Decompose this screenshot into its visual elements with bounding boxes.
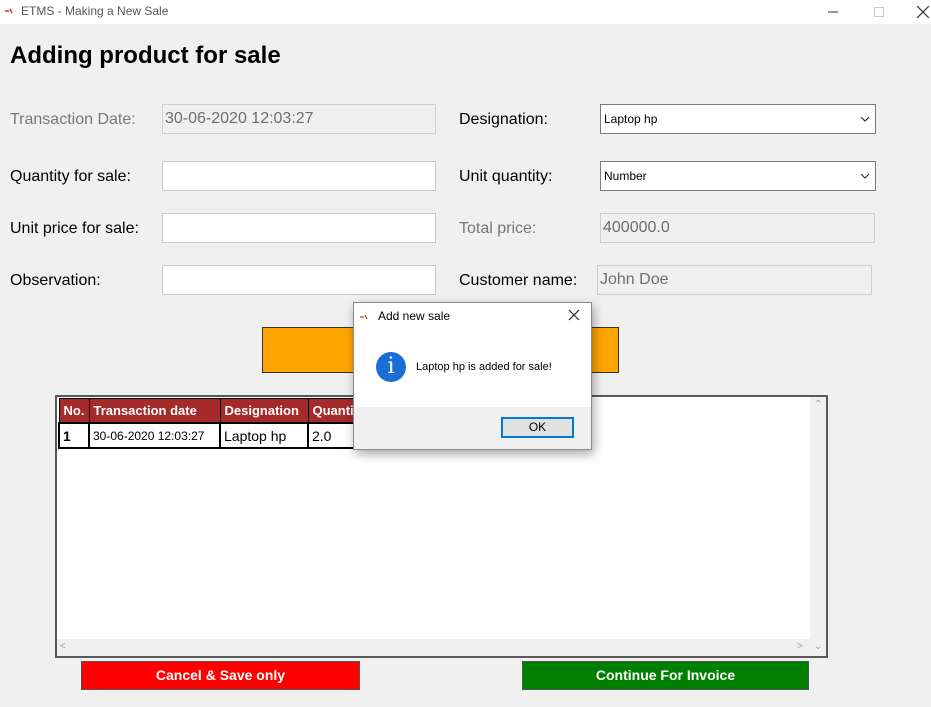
unit-quantity-select[interactable]: Number [600, 161, 876, 191]
vertical-scrollbar[interactable]: ⌃ [810, 397, 826, 639]
observation-label: Observation: [10, 272, 101, 289]
cancel-save-button[interactable]: Cancel & Save only [81, 661, 360, 690]
horizontal-scrollbar[interactable]: < > [57, 639, 810, 656]
scroll-right-icon[interactable]: > [797, 641, 803, 652]
window-title: ETMS - Making a New Sale [21, 4, 169, 18]
column-header[interactable]: Designation [219, 398, 309, 424]
observation-input[interactable] [162, 265, 436, 295]
table-header-row: No. Transaction date Designation Quantit [58, 398, 363, 424]
dialog-title: Add new sale [378, 309, 451, 323]
close-icon [917, 6, 929, 18]
designation-value: Laptop hp [604, 112, 658, 126]
close-icon[interactable] [566, 307, 582, 323]
transaction-date-label: Transaction Date: [10, 111, 136, 128]
dialog-message: Laptop hp is added for sale! [416, 361, 552, 373]
scroll-up-icon[interactable]: ⌃ [814, 399, 822, 410]
minimize-button[interactable] [810, 0, 856, 24]
total-price-field[interactable]: 400000.0 [600, 213, 875, 243]
table-cell[interactable]: Laptop hp [219, 422, 309, 449]
unit-quantity-label: Unit quantity: [459, 168, 553, 185]
unit-price-input[interactable] [162, 213, 436, 243]
ok-button[interactable]: OK [501, 417, 574, 438]
customer-field[interactable]: John Doe [597, 265, 872, 295]
scroll-left-icon[interactable]: < [60, 641, 66, 652]
maximize-icon [874, 7, 884, 17]
unit-quantity-value: Number [604, 169, 647, 183]
close-button[interactable] [900, 0, 931, 24]
customer-label: Customer name: [459, 272, 578, 289]
designation-select[interactable]: Laptop hp [600, 104, 876, 134]
sales-table: No. Transaction date Designation Quantit… [58, 398, 364, 449]
total-price-label: Total price: [459, 220, 537, 237]
scroll-corner: ⌄ [810, 639, 826, 656]
column-header[interactable]: Transaction date [88, 398, 221, 424]
chevron-down-icon [860, 116, 870, 122]
quantity-label: Quantity for sale: [10, 168, 131, 185]
table-cell[interactable]: 30-06-2020 12:03:27 [88, 422, 221, 449]
table-row[interactable]: 1 30-06-2020 12:03:27 Laptop hp 2.0 [58, 422, 364, 449]
table-cell[interactable]: 1 [58, 422, 90, 449]
app-icon [5, 8, 13, 14]
designation-label: Designation: [459, 111, 548, 128]
column-header[interactable]: No. [58, 398, 90, 424]
continue-invoice-button[interactable]: Continue For Invoice [522, 661, 809, 690]
page-title: Adding product for sale [10, 42, 281, 69]
maximize-button[interactable] [856, 0, 902, 24]
quantity-input[interactable] [162, 161, 436, 191]
transaction-date-field[interactable]: 30-06-2020 12:03:27 [162, 104, 436, 134]
app-icon [360, 314, 368, 320]
chevron-down-icon [860, 173, 870, 179]
message-dialog: Add new sale i Laptop hp is added for sa… [353, 302, 592, 450]
minimize-icon [828, 11, 838, 13]
scroll-down-icon[interactable]: ⌄ [814, 641, 822, 652]
unit-price-label: Unit price for sale: [10, 220, 139, 237]
info-icon: i [376, 352, 406, 382]
